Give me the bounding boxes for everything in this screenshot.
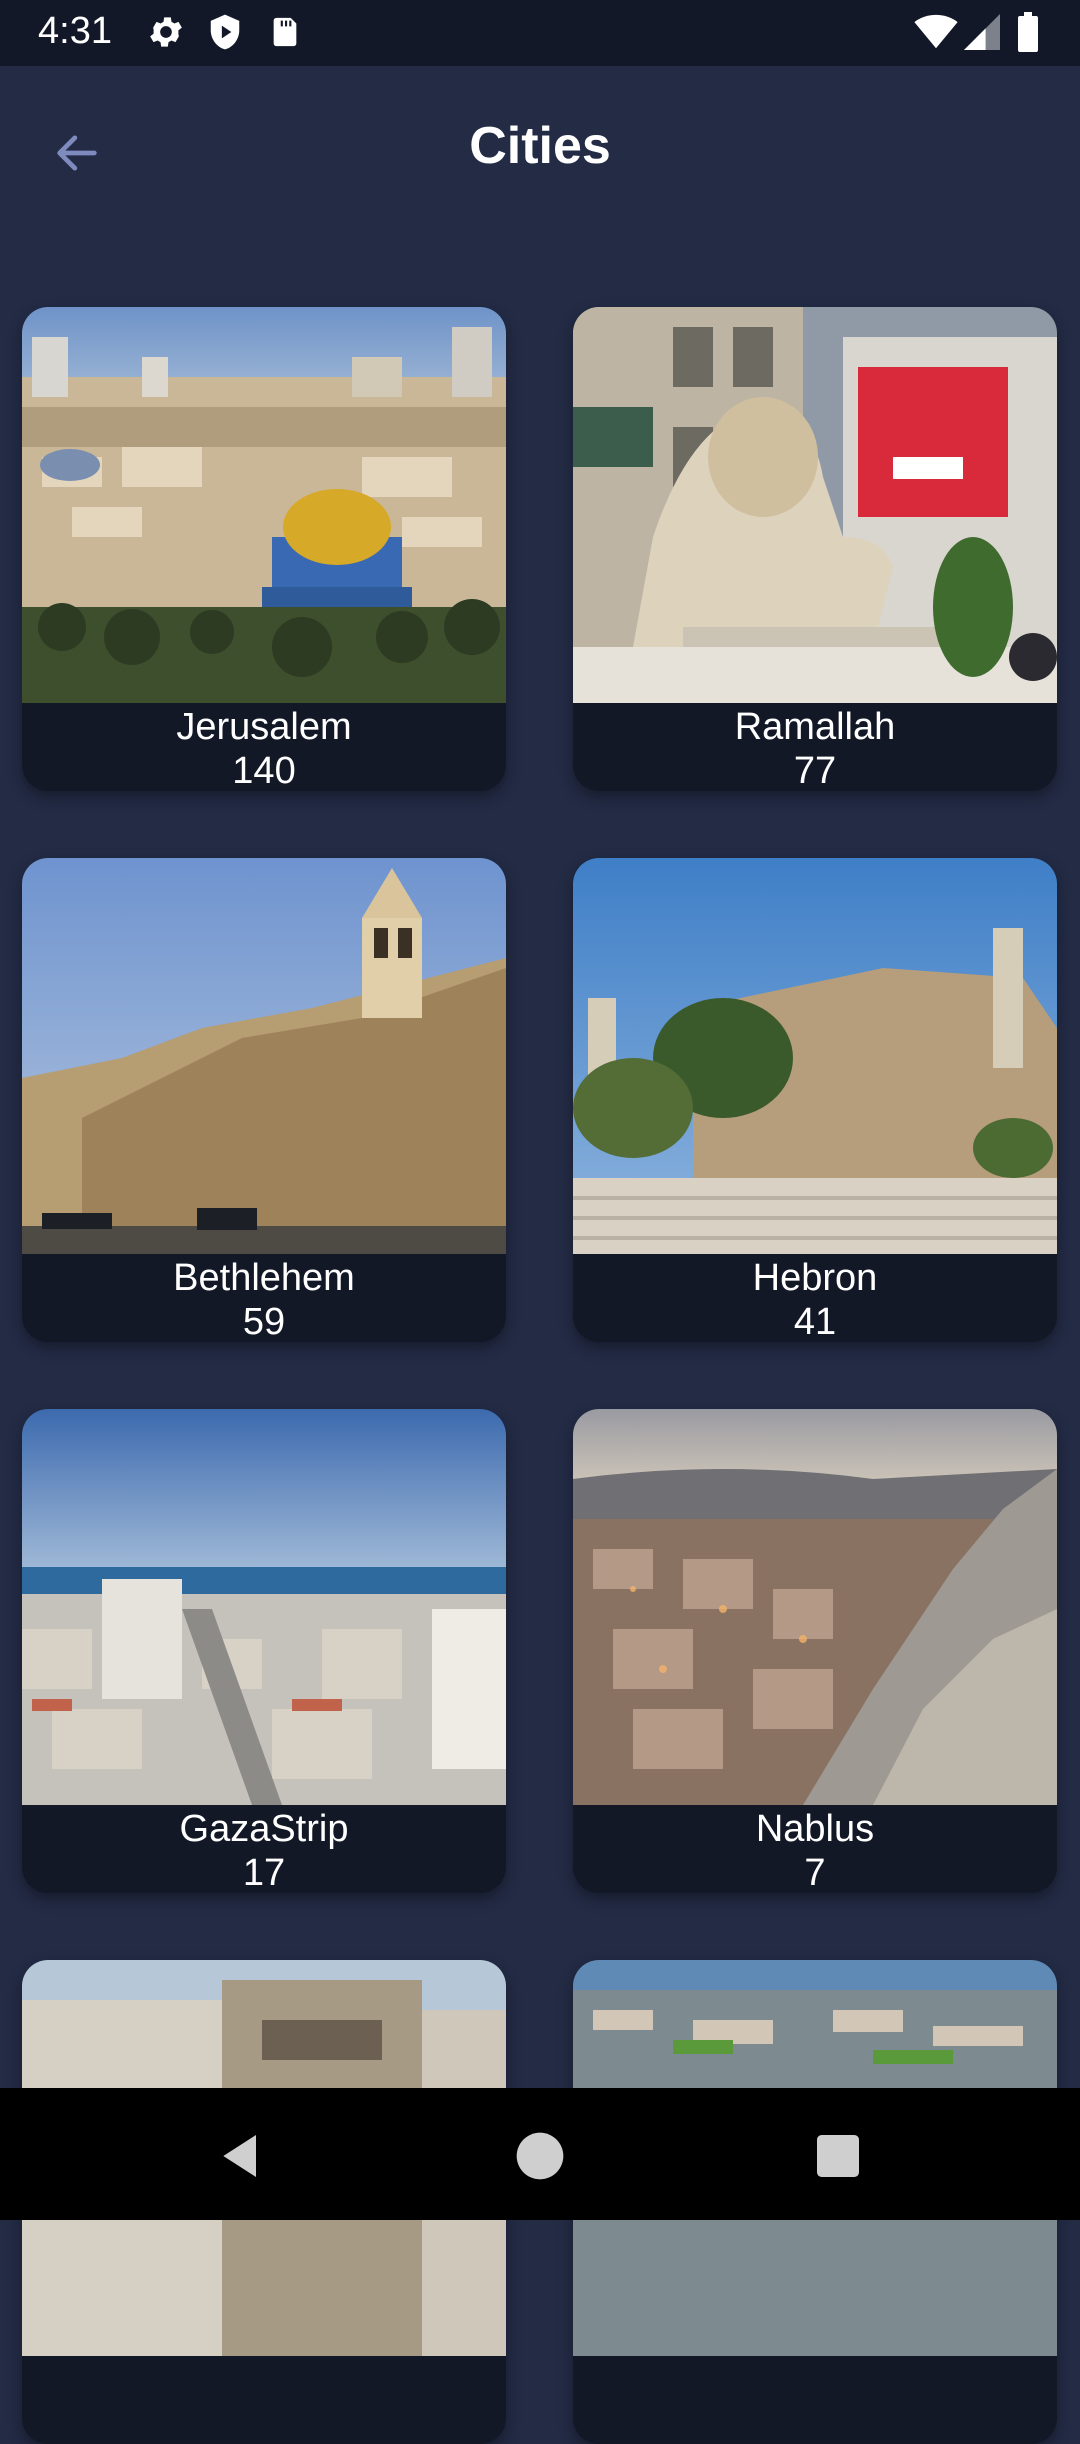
page-title: Cities: [469, 117, 611, 175]
city-image: [22, 307, 506, 703]
city-name: GazaStrip: [179, 1808, 349, 1850]
status-bar: 4:31: [0, 0, 1080, 66]
city-card-bethlehem[interactable]: Bethlehem 59: [22, 858, 506, 1342]
back-triangle-icon: [223, 2135, 256, 2177]
city-count: 17: [242, 1852, 286, 1893]
city-image: [22, 858, 506, 1254]
nav-recents-button[interactable]: [810, 2128, 866, 2184]
city-image: [22, 1409, 506, 1805]
nav-home-button[interactable]: [512, 2128, 568, 2184]
home-circle-icon: [516, 2132, 564, 2180]
city-name: Ramallah: [734, 706, 896, 748]
city-card-hebron[interactable]: Hebron 41: [573, 858, 1057, 1342]
city-name: Bethlehem: [173, 1257, 355, 1299]
city-count: 7: [804, 1852, 826, 1893]
city-count: 140: [232, 750, 296, 791]
gear-icon: [146, 12, 186, 57]
city-name: Hebron: [752, 1257, 878, 1299]
city-image: [573, 858, 1057, 1254]
city-card-jerusalem[interactable]: Jerusalem 140: [22, 307, 506, 791]
status-time: 4:31: [38, 10, 112, 52]
shield-play-icon: [206, 12, 244, 57]
wifi-icon: [914, 14, 958, 55]
city-count: 41: [793, 1301, 837, 1342]
city-card-gazastrip[interactable]: GazaStrip 17: [22, 1409, 506, 1893]
city-count: 77: [793, 750, 837, 791]
navigation-bar: [0, 2088, 1080, 2220]
city-card-ramallah[interactable]: Ramallah 77: [573, 307, 1057, 791]
nav-back-button[interactable]: [214, 2128, 270, 2184]
city-name: Jerusalem: [176, 706, 352, 748]
city-count: 59: [242, 1301, 286, 1342]
city-image: [573, 307, 1057, 703]
recents-square-icon: [817, 2135, 859, 2177]
signal-icon: [964, 14, 1000, 55]
sd-card-icon: [268, 12, 302, 57]
battery-icon: [1016, 12, 1040, 57]
city-image: [573, 1409, 1057, 1805]
app-bar: Cities: [0, 66, 1080, 226]
city-card-nablus[interactable]: Nablus 7: [573, 1409, 1057, 1893]
city-name: Nablus: [755, 1808, 875, 1850]
